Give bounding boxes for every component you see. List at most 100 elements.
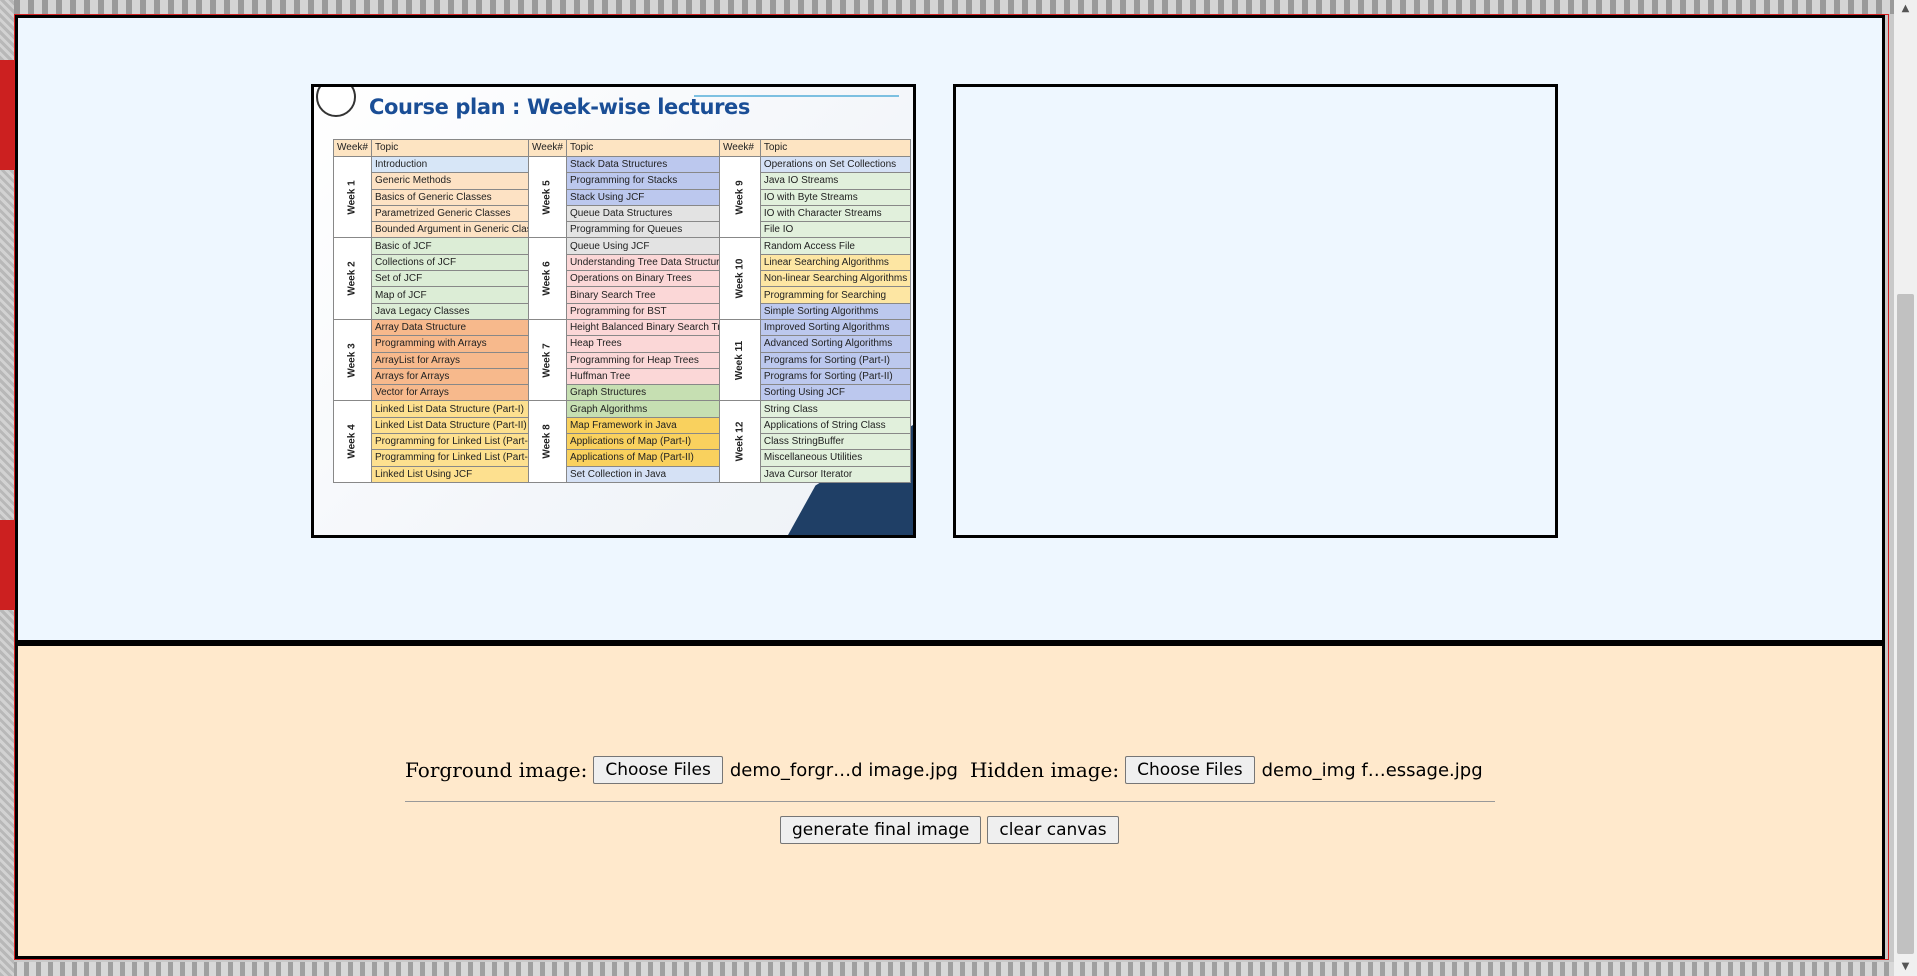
foreground-image-label: Forground image: <box>405 758 588 782</box>
week-label-cell: Week 6 <box>528 237 567 320</box>
week-label: Week 4 <box>346 424 358 459</box>
week-column-header: Week# <box>528 139 567 157</box>
background-accent <box>0 60 14 170</box>
topic-cell: Heap Trees <box>565 335 736 353</box>
week-label: Week 11 <box>734 340 746 380</box>
week-label-cell: Week 1 <box>333 155 372 239</box>
week-label: Week 10 <box>734 258 746 299</box>
logo-icon <box>316 87 356 117</box>
topic-cell: Class StringBuffer <box>759 433 912 451</box>
action-buttons-row: generate final image clear canvas <box>780 816 1119 844</box>
canvas-section <box>15 15 1885 643</box>
topic-cell: Simple Sorting Algorithms <box>759 302 912 320</box>
topic-column-header: Topic <box>759 139 912 157</box>
table-row: Week 8 Graph Algorithms <box>528 400 736 483</box>
topic-cell: Miscellaneous Utilities <box>759 449 912 467</box>
week-table: Week# Topic Week 9 Operations on Set Collec… <box>719 139 912 483</box>
clear-canvas-button[interactable]: clear canvas <box>987 816 1119 844</box>
week-column-header: Week# <box>719 139 761 157</box>
week-label-cell: Week 10 <box>719 237 761 320</box>
topic-cell: Java IO Streams <box>759 172 912 190</box>
topic-cell: Basic of JCF <box>370 237 552 255</box>
hidden-image-label: Hidden image: <box>969 758 1120 782</box>
topic-cell: Applications of Map (Part-I) <box>565 433 736 451</box>
foreground-canvas[interactable]: Course plan : Week-wise lectures Week# To… <box>311 84 916 538</box>
result-canvas[interactable] <box>953 84 1558 538</box>
generate-final-image-button[interactable]: generate final image <box>780 816 982 844</box>
topic-cell: Operations on Binary Trees <box>565 270 736 288</box>
page-background-top <box>0 0 1917 14</box>
slide-title: Course plan : Week-wise lectures <box>369 95 750 119</box>
table-row: Week 12 String Class <box>719 400 912 483</box>
topic-cell: Applications of Map (Part-II) <box>565 449 736 467</box>
week-label: Week 12 <box>734 421 746 462</box>
topic-cell: Applications of String Class <box>759 416 912 435</box>
week-table-header: Week# Topic <box>719 139 912 157</box>
topic-cell: Programming for Linked List (Part-I) <box>370 433 552 451</box>
file-inputs-row: Forground image: Choose Files demo_forgr… <box>405 756 1495 784</box>
scroll-down-arrow-icon[interactable]: ▼ <box>1894 958 1917 976</box>
week-label: Week 1 <box>346 180 358 215</box>
topic-cell: Linked List Data Structure (Part-I) <box>370 400 552 418</box>
topic-cell: Programming for Queues <box>565 221 736 239</box>
topic-column-header: Topic <box>370 139 552 157</box>
table-row: Week 3 Array Data Structure <box>333 318 552 402</box>
topic-cell: Vector for Arrays <box>370 384 552 402</box>
topic-cell: Set of JCF <box>370 270 552 288</box>
table-row: Week 4 Linked List Data Structure (Part-I… <box>333 400 552 483</box>
hidden-choose-files-button[interactable]: Choose Files <box>1125 756 1255 784</box>
topic-cell: Sorting Using JCF <box>759 384 912 402</box>
topic-cell: Linked List Data Structure (Part-II) <box>370 416 552 435</box>
topic-cell: Introduction <box>370 155 552 174</box>
topic-cell: Programming for Linked List (Part-II) <box>370 449 552 467</box>
topic-cell: Programming for Searching <box>759 286 912 304</box>
week-label-cell: Week 5 <box>528 155 567 239</box>
table-row: Week 11 Improved Sorting Algorithms <box>719 318 912 402</box>
week-label: Week 2 <box>346 261 358 296</box>
week-label-cell: Week 4 <box>333 400 372 483</box>
page-background-left <box>0 0 14 976</box>
scrollbar-thumb[interactable] <box>1897 294 1914 954</box>
vertical-scrollbar[interactable]: ▲ ▼ <box>1894 0 1917 976</box>
topic-cell: Queue Data Structures <box>565 204 736 223</box>
page-background-bottom <box>0 962 1917 976</box>
topic-cell: Improved Sorting Algorithms <box>759 318 912 337</box>
course-plan-slide-image: Course plan : Week-wise lectures Week# To… <box>314 87 913 535</box>
week-column-header: Week# <box>333 139 372 157</box>
topic-cell: Binary Search Tree <box>565 286 736 304</box>
foreground-choose-files-button[interactable]: Choose Files <box>593 756 723 784</box>
week-label: Week 6 <box>541 261 553 296</box>
topic-cell: Set Collection in Java <box>565 465 736 483</box>
topic-cell: Basics of Generic Classes <box>370 188 552 206</box>
week-table-header: Week# Topic <box>333 139 552 157</box>
topic-cell: String Class <box>759 400 912 418</box>
table-row: Week 2 Basic of JCF <box>333 237 552 320</box>
table-row: Week 1 Introduction <box>333 155 552 239</box>
background-accent <box>0 520 14 610</box>
topic-cell: Collections of JCF <box>370 253 552 272</box>
scroll-up-arrow-icon[interactable]: ▲ <box>1894 0 1917 18</box>
topic-cell: Map Framework in Java <box>565 416 736 435</box>
topic-cell: Graph Structures <box>565 384 736 402</box>
topic-cell: Java Cursor Iterator <box>759 465 912 483</box>
hidden-filename: demo_img f…essage.jpg <box>1261 759 1483 781</box>
topic-cell: Programs for Sorting (Part-I) <box>759 351 912 369</box>
topic-cell: Stack Data Structures <box>565 155 736 174</box>
topic-cell: Java Legacy Classes <box>370 302 552 320</box>
week-label: Week 5 <box>541 180 553 215</box>
topic-cell: IO with Byte Streams <box>759 188 912 206</box>
week-label-cell: Week 2 <box>333 237 372 320</box>
topic-cell: Parametrized Generic Classes <box>370 204 552 223</box>
topic-cell: Huffman Tree <box>565 367 736 386</box>
week-label-cell: Week 9 <box>719 155 761 239</box>
week-table: Week# Topic Week 1 Introduction Generic Meth… <box>333 139 552 483</box>
week-label-cell: Week 8 <box>528 400 567 483</box>
topic-cell: Arrays for Arrays <box>370 367 552 386</box>
topic-cell: Understanding Tree Data Structures <box>565 253 736 272</box>
topic-cell: Programming for Stacks <box>565 172 736 190</box>
topic-cell: Random Access File <box>759 237 912 255</box>
topic-cell: Stack Using JCF <box>565 188 736 206</box>
topic-cell: Non-linear Searching Algorithms <box>759 270 912 288</box>
table-row: Week 7 Height Balanced Binary Search Tree <box>528 318 736 402</box>
topic-cell: Map of JCF <box>370 286 552 304</box>
